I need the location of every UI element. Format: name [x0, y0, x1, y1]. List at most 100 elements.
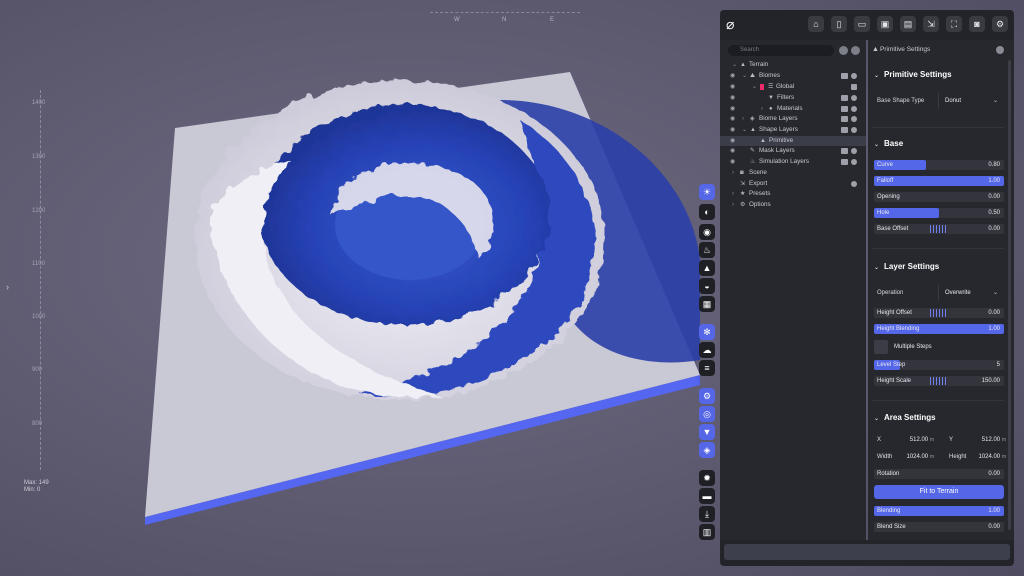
slider-grip[interactable] — [930, 225, 946, 233]
add-icon[interactable] — [851, 106, 857, 112]
slider-value[interactable]: 150.00 — [982, 376, 1000, 386]
field-value[interactable]: 1024.00 — [906, 454, 928, 460]
tree-item-terrain[interactable]: ⌄ ▲ Terrain — [720, 60, 866, 70]
chevron-down-icon[interactable]: ⌄ — [874, 265, 879, 271]
slider-value[interactable]: 0.00 — [988, 224, 1000, 234]
folder-icon[interactable] — [841, 95, 848, 101]
visibility-eye-icon[interactable]: ◉ — [730, 93, 735, 103]
slider-value[interactable]: 0.50 — [988, 208, 1000, 218]
section-base[interactable]: ⌄ Base — [874, 139, 903, 148]
export-icon[interactable]: ⇲ — [923, 16, 939, 32]
slider-value[interactable]: 0.00 — [988, 192, 1000, 202]
chevron-down-icon[interactable]: ⌄ — [742, 125, 747, 135]
visibility-eye-icon[interactable]: ◉ — [730, 71, 735, 81]
grid-icon[interactable] — [851, 84, 857, 90]
width-field[interactable]: Width 1024.00 m — [874, 452, 936, 462]
gear-icon[interactable]: ✹ — [699, 470, 715, 486]
chevron-down-icon[interactable]: ⌄ — [874, 142, 879, 148]
add-icon[interactable] — [851, 95, 857, 101]
chevron-right-icon[interactable]: › — [761, 104, 763, 114]
command-input[interactable] — [724, 544, 1010, 560]
tree-item-biome-layers[interactable]: ◉ › ◈ Biome Layers — [720, 114, 866, 124]
add-icon[interactable] — [851, 73, 857, 79]
download-icon[interactable]: ⤓ — [699, 506, 715, 522]
rotation-slider[interactable]: Rotation 0.00 — [874, 469, 1004, 479]
settings-scrollbar[interactable] — [1008, 60, 1011, 530]
slider-value[interactable]: 1.00 — [988, 324, 1000, 334]
visibility-eye-icon[interactable]: ◉ — [730, 157, 735, 167]
tree-item-biomes[interactable]: ◉ ⌄ ⛰ Biomes — [720, 71, 866, 81]
tree-item-export[interactable]: ⇲ Export — [720, 179, 866, 189]
tree-item-shape-layers[interactable]: ◉ ⌄ ▲ Shape Layers — [720, 125, 866, 135]
folder-icon[interactable] — [841, 127, 848, 133]
base-shape-type-select[interactable]: Base Shape Type Donut ⌄ — [874, 93, 1004, 109]
wireframe-icon[interactable]: ⚙ — [699, 388, 715, 404]
chevron-down-icon[interactable]: ⌄ — [874, 416, 879, 422]
field-value[interactable]: 512.00 — [910, 437, 928, 443]
fit-to-terrain-button[interactable]: Fit to Terrain — [874, 485, 1004, 499]
y-field[interactable]: Y 512.00 m — [946, 435, 1008, 445]
filter-icon[interactable]: ▼ — [699, 424, 715, 440]
moon-icon[interactable]: ◐ — [699, 204, 715, 220]
checkbox[interactable] — [874, 340, 888, 354]
sunset-icon[interactable]: ◒ — [699, 278, 715, 294]
chart-icon[interactable]: ▥ — [699, 524, 715, 540]
fire-icon[interactable]: ♨ — [699, 242, 715, 258]
field-value[interactable]: 1024.00 — [978, 454, 1000, 460]
home-icon[interactable]: ⌂ — [808, 16, 824, 32]
chevron-right-icon[interactable]: › — [6, 282, 9, 292]
height-field[interactable]: Height 1024.00 m — [946, 452, 1008, 462]
sun-icon[interactable]: ☀ — [699, 184, 715, 200]
folder-icon[interactable] — [841, 159, 848, 165]
menu-icon[interactable]: ≡ — [699, 360, 715, 376]
slider-value[interactable]: 5 — [997, 360, 1000, 370]
base-offset-slider[interactable]: Base Offset 0.00 — [874, 224, 1004, 234]
blend-size-slider[interactable]: Blend Size 0.00 — [874, 522, 1004, 532]
visibility-eye-icon[interactable]: ◉ — [730, 114, 735, 124]
tree-item-materials[interactable]: ◉ › ● Materials — [720, 104, 866, 114]
tree-item-global[interactable]: ◉ ⌄ ☰ Global — [720, 82, 866, 92]
cloud-icon[interactable]: ☁ — [699, 342, 715, 358]
height-scale-slider[interactable]: Height Scale 150.00 — [874, 376, 1004, 386]
tree-item-mask-layers[interactable]: ◉ ✎ Mask Layers — [720, 146, 866, 156]
height-offset-slider[interactable]: Height Offset 0.00 — [874, 308, 1004, 318]
curve-slider[interactable]: Curve 0.80 — [874, 160, 1004, 170]
tree-search-input[interactable]: Search — [728, 45, 834, 56]
snowflake-icon[interactable]: ✻ — [699, 324, 715, 340]
slider-value[interactable]: 0.00 — [988, 469, 1000, 479]
chevron-down-icon[interactable]: ⌄ — [732, 60, 737, 70]
close-icon[interactable] — [996, 46, 1004, 54]
fullscreen-icon[interactable]: ⛶ — [946, 16, 962, 32]
chevron-down-icon[interactable]: ⌄ — [742, 71, 747, 81]
chevron-right-icon[interactable]: › — [732, 200, 734, 210]
mountain-icon[interactable]: ▲ — [699, 260, 715, 276]
tree-item-simulation-layers[interactable]: ◉ ♨ Simulation Layers — [720, 157, 866, 167]
chevron-down-icon[interactable]: ⌄ — [993, 285, 998, 301]
chevron-down-icon[interactable]: ⌄ — [993, 93, 998, 109]
camera-icon[interactable]: ◙ — [969, 16, 985, 32]
chevron-right-icon[interactable]: › — [742, 114, 744, 124]
eye-icon[interactable]: ◎ — [699, 406, 715, 422]
save-as-icon[interactable]: ▤ — [900, 16, 916, 32]
add-icon[interactable] — [851, 148, 857, 154]
chevron-right-icon[interactable]: › — [732, 189, 734, 199]
new-file-icon[interactable]: ▯ — [831, 16, 847, 32]
slider-value[interactable]: 0.80 — [988, 160, 1000, 170]
chevron-right-icon[interactable]: › — [732, 168, 734, 178]
level-step-slider[interactable]: Level Step 5 — [874, 360, 1004, 370]
grid-icon[interactable]: ▦ — [699, 296, 715, 312]
add-icon[interactable] — [851, 116, 857, 122]
folder-icon[interactable] — [841, 73, 848, 79]
slider-grip[interactable] — [930, 309, 946, 317]
layers-icon[interactable]: ◈ — [699, 442, 715, 458]
add-icon[interactable] — [851, 181, 857, 187]
visibility-eye-icon[interactable]: ◉ — [730, 82, 735, 92]
tree-item-filters[interactable]: ◉ ▼ Filters — [720, 93, 866, 103]
folder-icon[interactable] — [841, 148, 848, 154]
visibility-eye-icon[interactable]: ◉ — [730, 125, 735, 135]
field-value[interactable]: 512.00 — [982, 437, 1000, 443]
save-icon[interactable]: ▣ — [877, 16, 893, 32]
add-icon[interactable] — [851, 127, 857, 133]
collapse-all-button[interactable] — [839, 46, 848, 55]
opening-slider[interactable]: Opening 0.00 — [874, 192, 1004, 202]
